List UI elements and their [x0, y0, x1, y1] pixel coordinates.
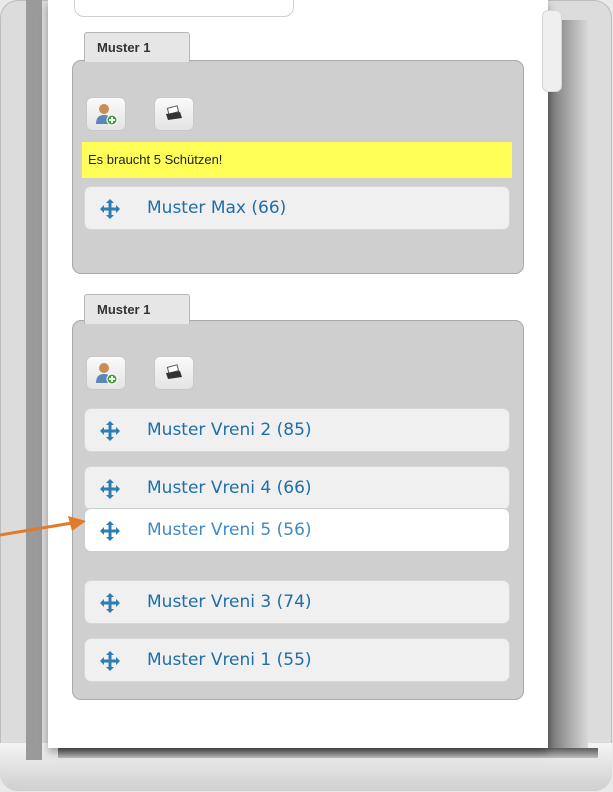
member-label: Muster Vreni 1 (55)	[147, 650, 312, 670]
printer-icon	[166, 364, 182, 379]
panel-shadow	[548, 20, 588, 748]
print-button[interactable]	[154, 97, 194, 131]
move-arrows-icon	[100, 521, 120, 541]
member-item[interactable]: Muster Vreni 4 (66)	[84, 466, 510, 510]
move-arrows-icon	[100, 651, 120, 671]
add-person-icon	[96, 363, 118, 385]
member-label: Muster Vreni 2 (85)	[147, 420, 312, 440]
printer-icon	[166, 105, 182, 120]
print-button[interactable]	[154, 356, 194, 390]
member-item[interactable]: Muster Vreni 3 (74)	[84, 580, 510, 624]
member-item-dragging[interactable]: Muster Vreni 5 (56)	[84, 508, 510, 552]
member-label: Muster Max (66)	[147, 198, 287, 218]
member-label: Muster Vreni 4 (66)	[147, 478, 312, 498]
member-item[interactable]: Muster Vreni 1 (55)	[84, 638, 510, 682]
annotation-arrow	[0, 516, 86, 537]
member-item[interactable]: Muster Vreni 2 (85)	[84, 408, 510, 452]
add-person-icon	[96, 104, 118, 126]
panel-shadow-bottom	[58, 748, 598, 758]
add-person-button[interactable]	[86, 97, 126, 131]
member-item[interactable]: Muster Max (66)	[84, 186, 510, 230]
group-title-label: Muster 1	[97, 40, 151, 55]
group-title-label: Muster 1	[97, 302, 151, 317]
move-arrows-icon	[100, 421, 120, 441]
warning-text: Es braucht 5 Schützen!	[88, 152, 223, 167]
move-arrows-icon	[100, 199, 120, 219]
warning-banner: Es braucht 5 Schützen!	[82, 142, 512, 178]
move-arrows-icon	[100, 479, 120, 499]
top-tab	[74, 0, 294, 17]
group-title-1: Muster 1	[84, 32, 190, 62]
member-label: Muster Vreni 5 (56)	[147, 520, 312, 540]
member-label: Muster Vreni 3 (74)	[147, 592, 312, 612]
add-person-button[interactable]	[86, 356, 126, 390]
scroll-tab[interactable]	[542, 10, 562, 92]
group-title-2: Muster 1	[84, 294, 190, 324]
move-arrows-icon	[100, 593, 120, 613]
left-bar	[26, 0, 42, 760]
